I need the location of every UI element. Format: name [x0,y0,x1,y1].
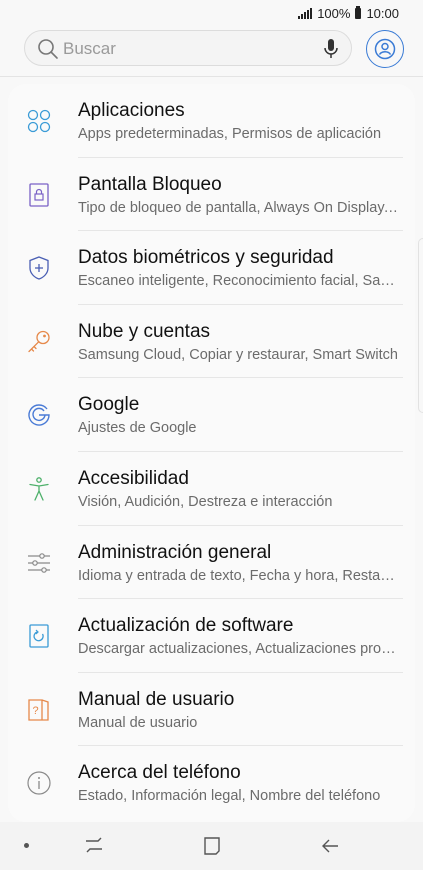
search-placeholder: Buscar [63,39,116,58]
navigation-bar [0,822,423,870]
settings-item-subtitle: Escaneo inteligente, Reconocimiento faci… [78,273,395,290]
settings-item-title: Manual de usuario [78,688,235,710]
lock-icon [29,182,49,207]
settings-item-title: Administración general [78,541,272,563]
settings-list: Aplicaciones Apps predeterminadas, Permi… [0,84,423,820]
settings-item-nube-cuentas[interactable]: Nube y cuentas Samsung Cloud, Copiar y r… [0,305,423,379]
search-bar[interactable]: Buscar [24,30,352,66]
settings-item-pantalla-bloqueo[interactable]: Pantalla Bloqueo Tipo de bloqueo de pant… [0,158,423,232]
settings-item-accesibilidad[interactable]: Accesibilidad Visión, Audición, Destreza… [0,452,423,526]
settings-item-acerca[interactable]: Acerca del teléfono Estado, Información … [0,746,423,820]
manual-icon: ? [28,699,49,721]
accessibility-icon [29,477,49,501]
settings-item-title: Accesibilidad [78,467,189,489]
settings-item-subtitle: Idioma y entrada de texto, Fecha y hora,… [78,567,400,584]
google-icon [28,404,50,427]
keyboard-dot-icon [24,843,29,848]
signal-icon [298,8,313,19]
header-divider [0,76,423,77]
settings-item-title: Pantalla Bloqueo [78,173,222,195]
info-icon [27,771,51,795]
settings-item-administracion[interactable]: Administración general Idioma y entrada … [0,526,423,600]
settings-item-subtitle: Descargar actualizaciones, Actualizacion… [78,641,400,658]
settings-item-title: Google [78,394,140,416]
battery-icon [355,6,362,19]
shield-icon [29,256,49,280]
settings-item-subtitle: Apps predeterminadas, Permisos de aplica… [78,126,382,142]
update-icon [29,624,49,648]
scroll-indicator[interactable] [418,238,423,413]
battery-percent: 100% [317,6,351,21]
status-bar: 100% 10:00 [0,0,423,28]
settings-item-title: Acerca del teléfono [78,762,241,784]
settings-item-title: Aplicaciones [78,100,185,121]
profile-icon [374,38,396,60]
settings-item-subtitle: Ajustes de Google [78,420,197,437]
settings-item-aplicaciones[interactable]: Aplicaciones Apps predeterminadas, Permi… [0,84,423,158]
apps-icon [27,109,51,133]
home-icon[interactable] [202,836,222,856]
settings-item-subtitle: Samsung Cloud, Copiar y restaurar, Smart… [78,346,398,363]
settings-item-subtitle: Visión, Audición, Destreza e interacción [78,493,333,510]
settings-item-subtitle: Tipo de bloqueo de pantalla, Always On D… [78,199,400,216]
settings-item-google[interactable]: Google Ajustes de Google [0,378,423,452]
back-icon[interactable] [320,836,340,856]
settings-item-title: Datos biométricos y seguridad [78,247,334,269]
settings-item-title: Actualización de software [78,615,294,637]
profile-button[interactable] [366,30,404,68]
recent-apps-icon[interactable] [84,835,104,855]
key-icon [28,330,50,352]
settings-item-biometricos[interactable]: Datos biométricos y seguridad Escaneo in… [0,231,423,305]
sliders-icon [28,552,50,573]
microphone-icon[interactable] [323,38,339,60]
svg-text:?: ? [32,705,38,717]
settings-item-actualizacion[interactable]: Actualización de software Descargar actu… [0,599,423,673]
settings-item-title: Nube y cuentas [78,320,211,342]
search-icon [38,39,58,59]
settings-item-manual[interactable]: ? Manual de usuario Manual de usuario [0,673,423,747]
settings-item-subtitle: Estado, Información legal, Nombre del te… [78,788,381,805]
settings-item-subtitle: Manual de usuario [78,714,198,731]
clock: 10:00 [366,6,399,21]
